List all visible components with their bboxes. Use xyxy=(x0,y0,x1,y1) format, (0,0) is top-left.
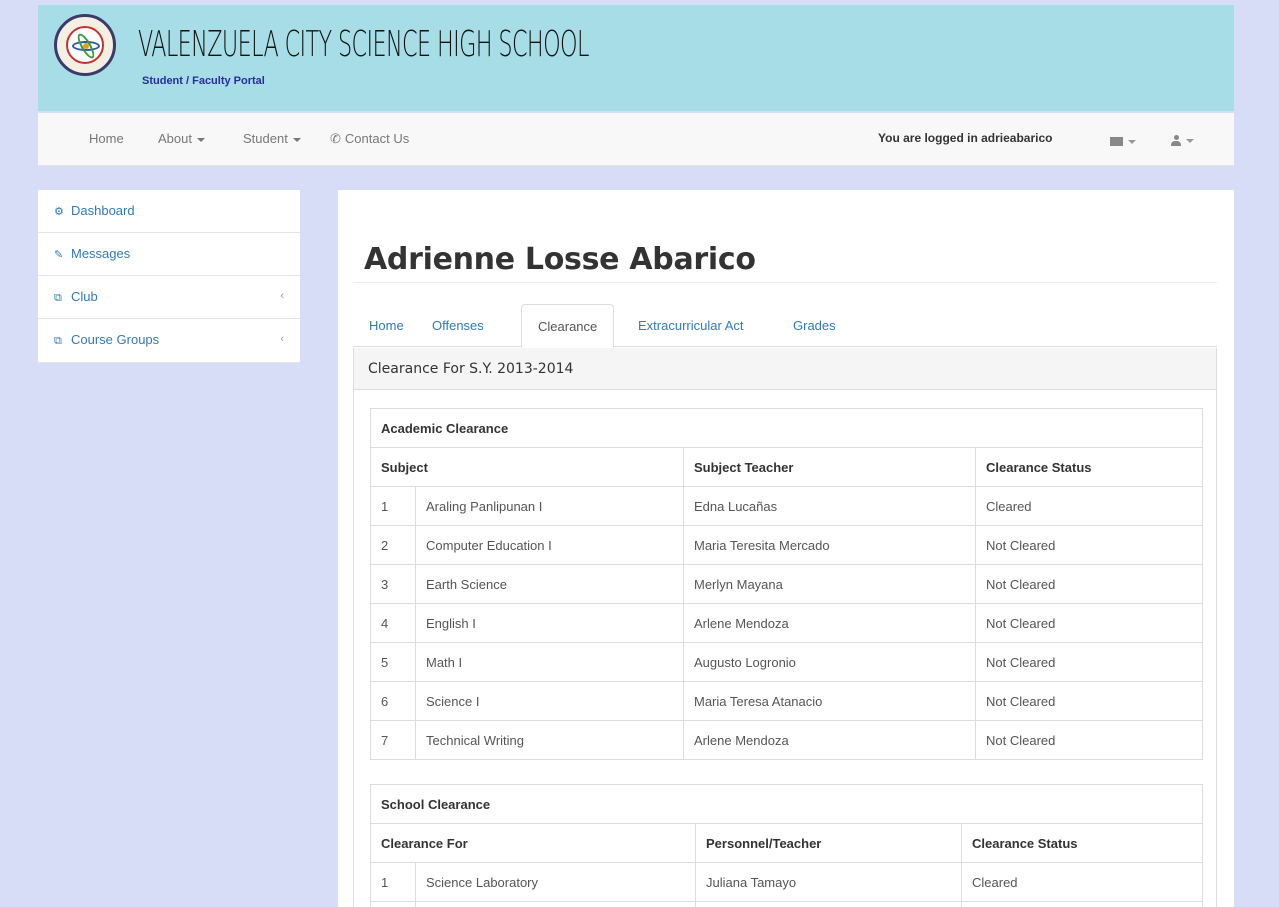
chevron-left-icon: ‹ xyxy=(280,290,284,302)
cell-subject: Earth Science xyxy=(415,564,684,604)
sidebar-item-label: Course Groups xyxy=(71,332,160,347)
cell-no: 2 xyxy=(370,525,416,565)
table-row: 3 Earth Science Merlyn Mayana Not Cleared xyxy=(370,564,1203,604)
sidebar: ⚙ Dashboard ✎ Messages ⧉ Club ‹ ⧉ Course Gro… xyxy=(38,190,300,363)
sidebar-item-label: Club xyxy=(71,289,98,304)
caret-down-icon xyxy=(1128,139,1136,144)
tab-home[interactable]: Home xyxy=(353,304,420,347)
column-header: Clearance For xyxy=(370,823,696,863)
cell-status: Cleared xyxy=(960,862,1204,902)
clearance-panel: Clearance For S.Y. 2013-2014 Academic Cl… xyxy=(353,348,1217,907)
chevron-left-icon: ‹ xyxy=(280,333,284,345)
logged-in-status: You are logged in adrieabarico xyxy=(878,131,1053,145)
phone-icon: ✆ xyxy=(330,131,341,146)
page-title: Adrienne Losse Abarico xyxy=(364,242,756,277)
cell-status: Not Cleared xyxy=(975,564,1203,604)
cell-teacher: Arlene Mendoza xyxy=(683,720,976,760)
cell-subject: English I xyxy=(415,603,684,643)
sidebar-item-dashboard[interactable]: ⚙ Dashboard xyxy=(38,190,300,233)
copy-icon: ⧉ xyxy=(54,335,62,347)
school-logo[interactable] xyxy=(54,14,116,76)
sidebar-item-label: Messages xyxy=(71,246,131,261)
school-clearance-table: School Clearance Clearance For Personnel… xyxy=(369,784,1204,907)
cell-subject: Computer Education I xyxy=(415,525,684,565)
copy-icon: ⧉ xyxy=(54,292,62,304)
messages-dropdown[interactable] xyxy=(1110,133,1136,148)
nav-about-label: About xyxy=(158,131,192,146)
cell-teacher: Merlyn Mayana xyxy=(683,564,976,604)
sidebar-item-label: Dashboard xyxy=(71,203,135,218)
table-row-partial xyxy=(370,901,416,907)
nav-student[interactable]: Student xyxy=(243,131,301,146)
nav-about[interactable]: About xyxy=(158,131,205,146)
cell-subject: Math I xyxy=(415,642,684,682)
tab-extracurricular[interactable]: Extracurricular Act xyxy=(622,304,759,347)
cell-teacher: Edna Lucañas xyxy=(683,486,976,526)
cell-no: 3 xyxy=(370,564,416,604)
tab-grades[interactable]: Grades xyxy=(777,304,852,347)
caret-down-icon xyxy=(292,137,301,142)
edit-icon: ✎ xyxy=(54,249,64,261)
cell-no: 1 xyxy=(370,486,416,526)
cell-teacher: Arlene Mendoza xyxy=(683,603,976,643)
cell-teacher: Maria Teresita Mercado xyxy=(683,525,976,565)
cell-no: 7 xyxy=(370,720,416,760)
nav-home[interactable]: Home xyxy=(89,131,124,146)
nav-contact-label: Contact Us xyxy=(344,131,410,146)
user-dropdown[interactable] xyxy=(1171,132,1194,147)
cell-status: Not Cleared xyxy=(975,525,1203,565)
table-caption: School Clearance xyxy=(369,784,1204,824)
cell-status: Not Cleared xyxy=(975,642,1203,682)
table-row: 1 Science Laboratory Juliana Tamayo Cleared xyxy=(370,862,1204,902)
nav-contact[interactable]: ✆ Contact Us xyxy=(330,131,409,147)
sidebar-item-course-groups[interactable]: ⧉ Course Groups ‹ xyxy=(38,319,300,362)
cell-no: 4 xyxy=(370,603,416,643)
table-row: 4 English I Arlene Mendoza Not Cleared xyxy=(370,603,1203,643)
cell-subject: Science I xyxy=(415,681,684,721)
cell-status: Not Cleared xyxy=(975,603,1203,643)
table-row: 6 Science I Maria Teresa Atanacio Not Clear… xyxy=(370,681,1203,721)
column-header: Clearance Status xyxy=(975,447,1203,487)
cell-no: 6 xyxy=(370,681,416,721)
cell-subject: Araling Panlipunan I xyxy=(415,486,684,526)
cell-status: Not Cleared xyxy=(975,681,1203,721)
column-header: Personnel/Teacher xyxy=(695,823,962,863)
tab-offenses[interactable]: Offenses xyxy=(416,304,500,347)
main-content: Adrienne Losse Abarico Home Offenses Cle… xyxy=(338,190,1234,907)
table-row: 7 Technical Writing Arlene Mendoza Not Clea… xyxy=(370,720,1203,760)
academic-clearance-table: Academic Clearance Subject Subject Teach… xyxy=(370,408,1203,760)
cell-status: Cleared xyxy=(975,486,1203,526)
sidebar-item-messages[interactable]: ✎ Messages xyxy=(38,233,300,276)
envelope-icon xyxy=(1110,137,1123,147)
user-icon xyxy=(1171,135,1181,147)
cell-status: Not Cleared xyxy=(975,720,1203,760)
cell-teacher: Maria Teresa Atanacio xyxy=(683,681,976,721)
profile-tabs: Home Offenses Clearance Extracurricular … xyxy=(353,304,1217,348)
cell-subject: Technical Writing xyxy=(415,720,684,760)
divider xyxy=(353,282,1217,283)
table-caption: Academic Clearance xyxy=(370,408,1203,448)
caret-down-icon xyxy=(196,137,205,142)
school-name: VALENZUELA CITY SCIENCE HIGH SCHOOL xyxy=(138,24,589,65)
site-header: VALENZUELA CITY SCIENCE HIGH SCHOOL Stud… xyxy=(38,5,1234,111)
cell-teacher: Juliana Tamayo xyxy=(695,862,962,902)
cell-no: 5 xyxy=(370,642,416,682)
dashboard-icon: ⚙ xyxy=(54,206,64,218)
table-row: 1 Araling Panlipunan I Edna Lucañas Cleared xyxy=(370,486,1203,526)
column-header: Subject xyxy=(370,447,684,487)
sidebar-item-club[interactable]: ⧉ Club ‹ xyxy=(38,276,300,319)
caret-down-icon xyxy=(1186,138,1194,143)
table-row: 2 Computer Education I Maria Teresita Merc… xyxy=(370,525,1203,565)
panel-heading: Clearance For S.Y. 2013-2014 xyxy=(354,348,1216,390)
cell-subject: Science Laboratory xyxy=(415,862,696,902)
column-header: Clearance Status xyxy=(960,823,1204,863)
cell-no: 1 xyxy=(370,862,416,902)
cell-teacher: Augusto Logronio xyxy=(683,642,976,682)
column-header: Subject Teacher xyxy=(683,447,976,487)
nav-student-label: Student xyxy=(243,131,288,146)
tab-clearance[interactable]: Clearance xyxy=(521,304,615,348)
table-row: 5 Math I Augusto Logronio Not Cleared xyxy=(370,642,1203,682)
portal-label: Student / Faculty Portal xyxy=(142,75,265,87)
top-navbar: Home About Student ✆ Contact Us You are l… xyxy=(38,113,1234,166)
